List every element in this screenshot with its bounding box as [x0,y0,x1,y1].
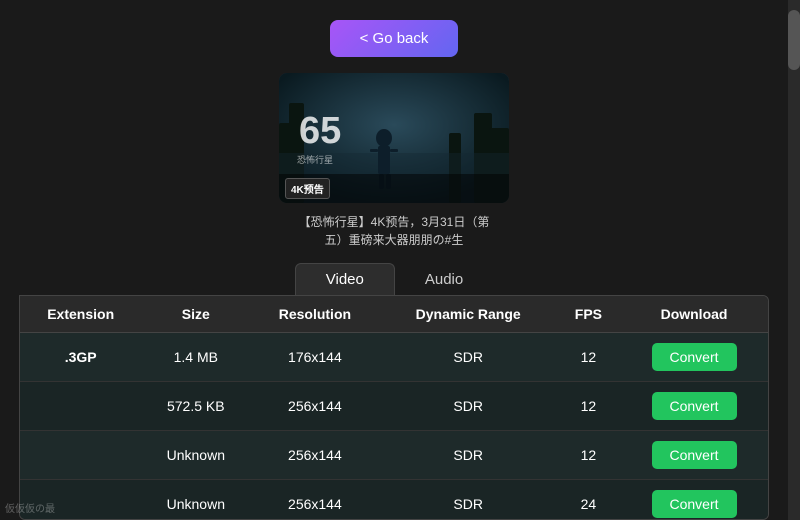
cell-size: Unknown [141,431,250,480]
tab-video[interactable]: Video [295,263,395,295]
video-table: Extension Size Resolution Dynamic Range … [20,296,768,520]
col-resolution: Resolution [250,296,379,333]
cell-download[interactable]: Convert [620,480,768,520]
cell-extension: .3GP [20,333,141,382]
cell-fps: 12 [557,333,620,382]
cell-resolution: 256x144 [250,431,379,480]
cell-size: Unknown [141,480,250,520]
watermark: 仮仮仮の最 [5,500,55,515]
col-dynamic-range: Dynamic Range [380,296,557,333]
scrollbar-thumb[interactable] [788,10,800,70]
thumbnail-bg: 65 恐怖行星 4K预告 [279,73,509,203]
cell-dynamic-range: SDR [380,431,557,480]
table-row: 572.5 KB 256x144 SDR 12 Convert [20,382,768,431]
cell-extension [20,431,141,480]
cell-fps: 12 [557,382,620,431]
go-back-button[interactable]: < Go back [330,20,459,57]
col-extension: Extension [20,296,141,333]
table-row: Unknown 256x144 SDR 12 Convert [20,431,768,480]
convert-button-0[interactable]: Convert [652,343,737,371]
video-thumbnail: 65 恐怖行星 4K预告 [279,73,509,203]
cell-dynamic-range: SDR [380,480,557,520]
cell-extension [20,382,141,431]
table-row: Unknown 256x144 SDR 24 Convert [20,480,768,520]
convert-button-3[interactable]: Convert [652,490,737,518]
cell-size: 1.4 MB [141,333,250,382]
col-download: Download [620,296,768,333]
convert-button-1[interactable]: Convert [652,392,737,420]
table-header-row: Extension Size Resolution Dynamic Range … [20,296,768,333]
cell-download[interactable]: Convert [620,333,768,382]
cell-dynamic-range: SDR [380,333,557,382]
cell-dynamic-range: SDR [380,382,557,431]
cell-resolution: 256x144 [250,382,379,431]
main-content: < Go back [0,0,788,520]
cell-resolution: 176x144 [250,333,379,382]
tab-audio[interactable]: Audio [395,263,493,295]
cell-size: 572.5 KB [141,382,250,431]
thumbnail-overlay: 4K预告 [279,174,509,203]
cell-download[interactable]: Convert [620,382,768,431]
svg-text:恐怖行星: 恐怖行星 [297,154,333,165]
cell-fps: 12 [557,431,620,480]
col-fps: FPS [557,296,620,333]
table-row: .3GP 1.4 MB 176x144 SDR 12 Convert [20,333,768,382]
video-table-container: Extension Size Resolution Dynamic Range … [19,295,769,520]
scrollbar[interactable] [788,0,800,520]
4k-badge: 4K预告 [285,178,330,199]
cell-resolution: 256x144 [250,480,379,520]
video-description: 【恐怖行星】4K预告，3月31日（第 五）重磅来大器朋朋の#生 [299,213,490,249]
tabs-container: Video Audio [295,263,493,295]
col-size: Size [141,296,250,333]
svg-text:65: 65 [299,110,341,152]
convert-button-2[interactable]: Convert [652,441,737,469]
cell-fps: 24 [557,480,620,520]
cell-download[interactable]: Convert [620,431,768,480]
